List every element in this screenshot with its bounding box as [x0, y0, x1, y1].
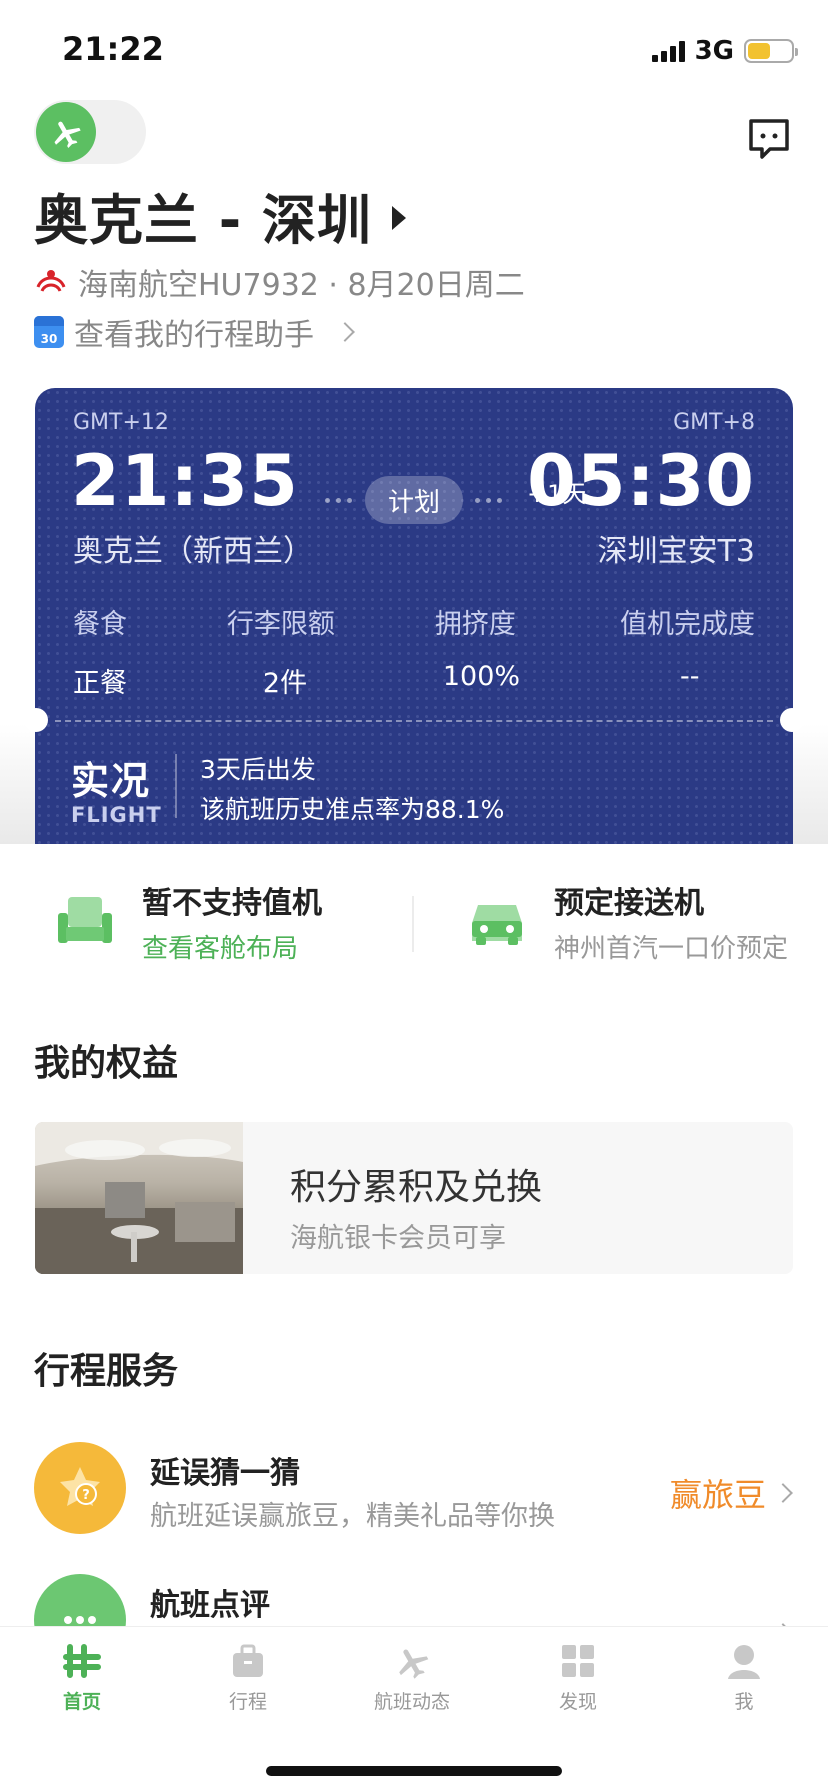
- svg-text:?: ?: [82, 1488, 90, 1503]
- star-question-icon: ?: [34, 1442, 126, 1534]
- status-time: 21:22: [62, 30, 164, 68]
- route-title[interactable]: 奥克兰 - 深圳: [34, 176, 407, 255]
- network-type: 3G: [694, 36, 734, 66]
- status-indicators: 3G: [651, 36, 798, 66]
- tab-home[interactable]: 首页: [22, 1641, 142, 1714]
- arrival-city: 深圳宝安T3: [597, 534, 755, 569]
- seat-icon: [58, 896, 112, 943]
- airline-line: 海南航空HU7932 · 8月20日周二: [34, 260, 525, 304]
- benefit-subtitle: 海航银卡会员可享: [290, 1223, 506, 1254]
- flight-mode-toggle[interactable]: [34, 100, 146, 164]
- flight-info-grid: 餐食 正餐 行李限额 2件 拥挤度 100% 值机完成度 --: [73, 602, 755, 700]
- info-baggage: 行李限额 2件: [226, 609, 335, 699]
- user-icon: [728, 1645, 760, 1679]
- flight-card[interactable]: GMT+12 GMT+8 21:35 计划 +1天 05:30 奥克兰（新西兰）…: [35, 388, 793, 844]
- cabin-lounge-image: [35, 1122, 243, 1274]
- ticket-notch-right: [780, 708, 804, 732]
- benefit-title: 积分累积及兑换: [290, 1167, 543, 1208]
- ticket-notch-left: [24, 708, 48, 732]
- calendar-icon: 30: [34, 316, 64, 348]
- airline-flight-text: 海南航空HU7932 · 8月20日周二: [78, 268, 525, 303]
- service-delay-guess[interactable]: ? 延误猜一猜 航班延误赢旅豆，精美礼品等你换 赢旅豆: [34, 1442, 794, 1534]
- quick-actions: 暂不支持值机 查看客舱布局 预定接送机 神州首汽一口价预定: [0, 878, 828, 978]
- earn-beans-link[interactable]: 赢旅豆: [670, 1470, 793, 1516]
- chevron-right-icon: [335, 322, 355, 342]
- info-crowding: 拥挤度 100%: [434, 609, 521, 692]
- progress-dots-right: [475, 498, 502, 503]
- car-icon: [472, 904, 522, 945]
- info-checkin-progress: 值机完成度 --: [619, 609, 755, 692]
- home-icon: [63, 1644, 101, 1678]
- dashed-divider: [55, 720, 773, 722]
- tab-trips[interactable]: 行程: [188, 1641, 308, 1714]
- battery-icon: [744, 39, 798, 63]
- benefits-section-title: 我的权益: [34, 1043, 179, 1084]
- benefit-card[interactable]: 积分累积及兑换 海航银卡会员可享: [35, 1122, 793, 1274]
- on-time-rate: 该航班历史准点率为88.1%: [200, 795, 505, 824]
- grid-icon: [562, 1645, 594, 1677]
- tab-discover[interactable]: 发现: [518, 1641, 638, 1714]
- arrival-gmt: GMT+8: [673, 410, 755, 435]
- departure-city: 奥克兰（新西兰）: [73, 534, 313, 569]
- signal-icon: [651, 40, 685, 62]
- chevron-right-icon: [773, 1483, 793, 1503]
- quick-divider: [412, 896, 414, 952]
- tab-flight-status[interactable]: 航班动态: [352, 1641, 472, 1714]
- route-text: 奥克兰 - 深圳: [34, 189, 373, 252]
- departure-gmt: GMT+12: [73, 410, 169, 435]
- checkin-action[interactable]: 暂不支持值机 查看客舱布局: [54, 878, 322, 965]
- triangle-right-icon: [392, 205, 407, 230]
- message-icon[interactable]: [748, 118, 790, 160]
- info-meal: 餐食 正餐: [73, 609, 127, 699]
- live-info: 3天后出发 该航班历史准点率为88.1%: [200, 750, 504, 830]
- arrival-time: 05:30: [527, 440, 755, 522]
- assistant-text: 查看我的行程助手: [74, 318, 314, 353]
- live-divider: [175, 754, 177, 818]
- suitcase-icon: [233, 1644, 263, 1677]
- departure-time: 21:35: [71, 440, 299, 522]
- departure-countdown: 3天后出发: [200, 755, 316, 784]
- flight-live-logo: 实况 FLIGHT: [71, 759, 162, 827]
- plane-icon: [399, 1649, 429, 1679]
- flight-status-badge: 计划: [365, 476, 463, 524]
- home-indicator: [266, 1766, 562, 1776]
- hainan-airlines-logo-icon: [36, 270, 66, 292]
- progress-dots-left: [325, 498, 352, 503]
- status-bar: 21:22 3G: [0, 0, 828, 100]
- transfer-action[interactable]: 预定接送机 神州首汽一口价预定: [466, 878, 788, 965]
- tab-me[interactable]: 我: [684, 1641, 804, 1714]
- services-section-title: 行程服务: [34, 1351, 179, 1392]
- trip-assistant-link[interactable]: 30 查看我的行程助手: [34, 310, 355, 354]
- plane-icon: [36, 102, 96, 162]
